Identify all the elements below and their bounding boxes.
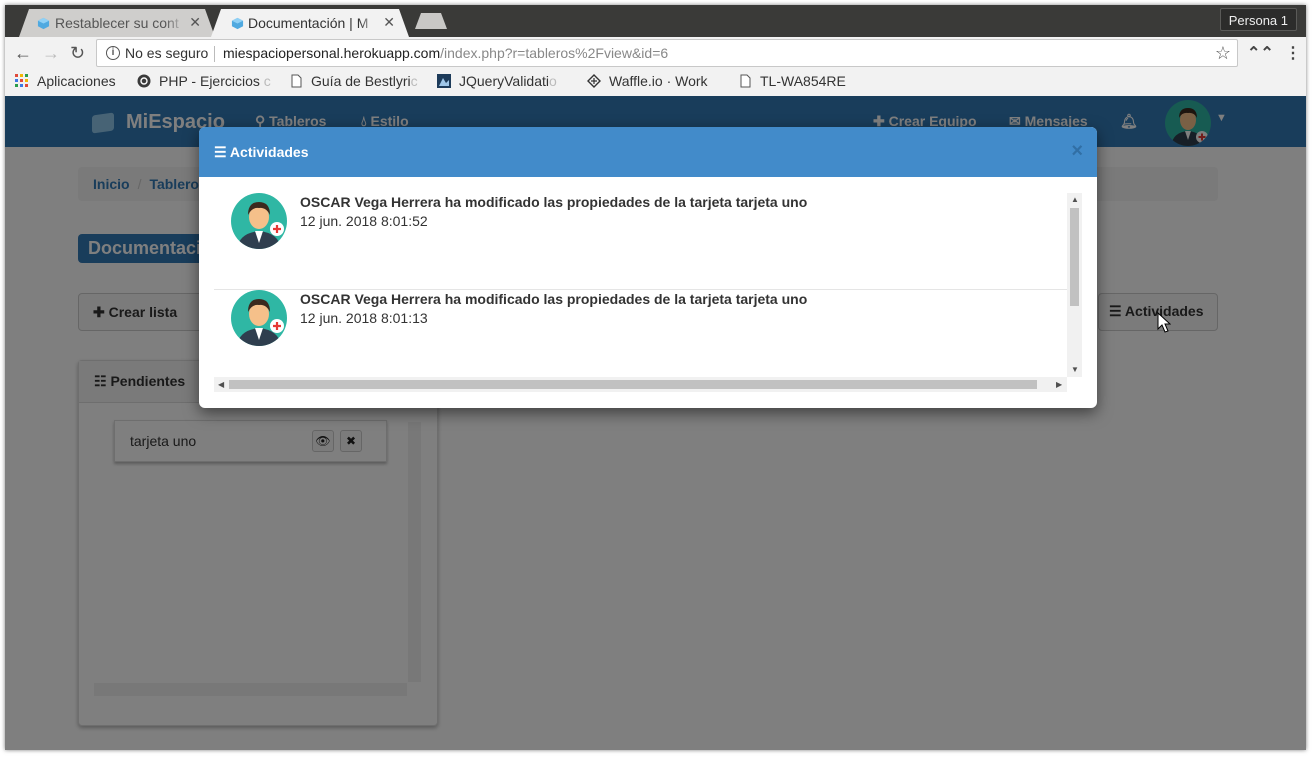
activity-item: OSCAR Vega Herrera ha modificado las pro…: [214, 290, 1067, 387]
extension-icon[interactable]: ⌃⌃: [1247, 43, 1274, 63]
activity-date: 12 jun. 2018 8:01:13: [300, 310, 428, 326]
activity-text: OSCAR Vega Herrera ha modificado las pro…: [300, 291, 808, 307]
list-icon: ☰: [214, 144, 230, 160]
person-avatar-icon: [231, 193, 287, 249]
activity-date: 12 jun. 2018 8:01:52: [300, 213, 428, 229]
tab-restablecer[interactable]: Restablecer su cont ✕: [19, 9, 215, 37]
scroll-up-arrow-icon[interactable]: ▲: [1071, 195, 1079, 204]
tab-title: Restablecer su cont: [55, 15, 179, 31]
bookmark-aplicaciones[interactable]: Aplicaciones: [15, 73, 116, 89]
scroll-right-arrow-icon[interactable]: ▶: [1056, 380, 1062, 389]
info-icon[interactable]: i: [106, 46, 120, 60]
bookmark-star-icon[interactable]: ☆: [1215, 40, 1231, 66]
mouse-cursor-icon: [1157, 312, 1171, 333]
close-icon[interactable]: ×: [1071, 140, 1083, 163]
page-icon: [291, 74, 302, 88]
horizontal-scroll-thumb[interactable]: [229, 380, 1037, 389]
php-globe-icon: [137, 74, 151, 88]
menu-kebab-icon[interactable]: ⋮: [1285, 43, 1301, 63]
url-text[interactable]: miespaciopersonal.herokuapp.com/index.ph…: [223, 40, 668, 66]
person-avatar-icon: [231, 290, 287, 346]
bookmark-tl-wa854re[interactable]: TL-WA854RE: [738, 73, 846, 89]
tab-close-icon[interactable]: ✕: [383, 14, 395, 31]
back-arrow-icon[interactable]: ←: [14, 43, 32, 64]
modal-title: Actividades: [229, 144, 309, 160]
jquery-image-icon: [437, 74, 451, 88]
bookmark-php-ejercicios[interactable]: PHP - Ejercicios c: [137, 73, 271, 89]
security-label[interactable]: No es seguro: [125, 40, 208, 66]
browser-toolbar: ← → ↻ i No es seguro miespaciopersonal.h…: [5, 37, 1306, 70]
browser-window: Restablecer su cont ✕ Documentación | M …: [5, 5, 1306, 750]
address-bar[interactable]: i No es seguro miespaciopersonal.herokua…: [96, 39, 1238, 67]
bookmarks-bar: Aplicaciones PHP - Ejercicios c Guía de …: [5, 70, 1306, 96]
bookmark-jqueryvalidation[interactable]: JQueryValidatio: [437, 73, 557, 89]
modal-header: ☰ Actividades ×: [199, 127, 1097, 177]
modal-vertical-scrollbar[interactable]: ▲ ▼: [1067, 193, 1082, 377]
activity-text: OSCAR Vega Herrera ha modificado las pro…: [300, 194, 808, 210]
scroll-left-arrow-icon[interactable]: ◀: [218, 380, 224, 389]
scroll-down-arrow-icon[interactable]: ▼: [1071, 365, 1079, 374]
modal-body: OSCAR Vega Herrera ha modificado las pro…: [214, 193, 1067, 393]
new-tab-button[interactable]: [415, 13, 447, 29]
vertical-scroll-thumb[interactable]: [1070, 208, 1079, 306]
bookmark-waffle[interactable]: Waffle.io · Work: [587, 73, 708, 89]
tab-documentacion[interactable]: Documentación | M ✕: [211, 9, 409, 37]
tab-title: Documentación | M: [248, 15, 369, 31]
cube-favicon-icon: [37, 17, 50, 30]
waffle-icon: [587, 74, 601, 88]
modal-horizontal-scrollbar[interactable]: ◀ ▶: [214, 377, 1067, 392]
forward-arrow-icon[interactable]: →: [42, 43, 60, 64]
reload-icon[interactable]: ↻: [70, 43, 85, 64]
activities-modal: ☰ Actividades × OSCAR Vega Herrera ha mo…: [199, 127, 1097, 408]
bookmark-guia-bestlyric[interactable]: Guía de Bestlyric: [289, 73, 418, 89]
apps-grid-icon: [15, 74, 28, 87]
tab-close-icon[interactable]: ✕: [189, 14, 201, 31]
page-icon: [740, 74, 751, 88]
tab-strip: Restablecer su cont ✕ Documentación | M …: [5, 5, 1306, 37]
cube-favicon-icon: [231, 17, 244, 30]
activity-item: OSCAR Vega Herrera ha modificado las pro…: [214, 193, 1067, 290]
profile-button[interactable]: Persona 1: [1219, 8, 1297, 31]
